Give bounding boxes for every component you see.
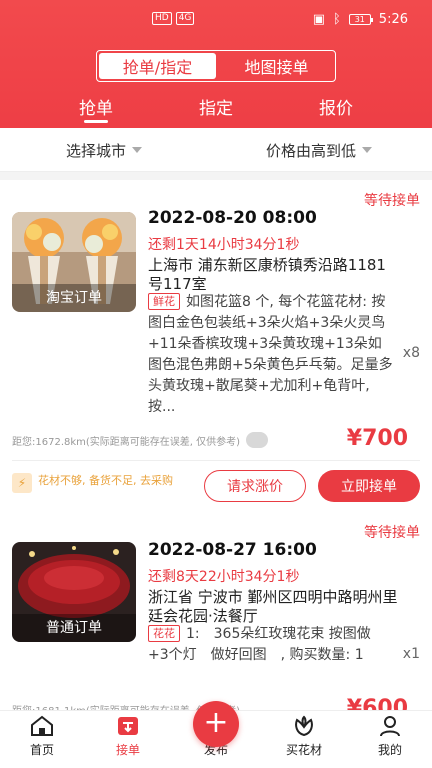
quantity: x8 bbox=[402, 345, 420, 361]
nav-buy[interactable]: 买花材 bbox=[274, 715, 334, 758]
nav-mine-label: 我的 bbox=[377, 743, 402, 757]
nav-buy-label: 买花材 bbox=[285, 743, 322, 757]
quantity: x1 bbox=[402, 646, 420, 662]
tab-grab[interactable]: 抢单 bbox=[56, 94, 136, 123]
order-card[interactable]: 等待接单 普通订单 2022-08-27 16:00 还剩8天22小时34分1秒… bbox=[0, 512, 432, 710]
segment-map[interactable]: 地图接单 bbox=[218, 51, 335, 81]
bluetooth-icon: ᛒ bbox=[332, 12, 341, 27]
accept-order-button[interactable]: 立即接单 bbox=[318, 470, 420, 502]
category-tag: 花花 bbox=[148, 625, 180, 642]
battery-icon: 31 bbox=[348, 14, 373, 25]
order-description: 鲜花 如图花篮8 个, 每个花篮花材: 按图白金色包装纸+3朵火焰+3朵火灵鸟+1… bbox=[148, 292, 394, 418]
order-grab-screen: HD 4G ▣ ᛒ 31 5:26 抢单/指定 地图接单 抢单 指定 报价 选择… bbox=[0, 0, 432, 768]
order-status: 等待接单 bbox=[364, 525, 420, 541]
order-icon bbox=[118, 717, 138, 735]
tab-assign[interactable]: 指定 bbox=[176, 94, 256, 119]
order-price: ¥600 bbox=[346, 696, 408, 710]
nav-home[interactable]: 首页 bbox=[12, 715, 72, 758]
header: HD 4G ▣ ᛒ 31 5:26 抢单/指定 地图接单 抢单 指定 报价 bbox=[0, 0, 432, 128]
lightning-icon: ⚡ bbox=[12, 473, 32, 493]
network-badges: HD 4G bbox=[152, 12, 195, 25]
bottom-nav: 首页 接单 发布 + 买花材 我的 bbox=[0, 701, 432, 768]
nav-grab-label: 接单 bbox=[115, 743, 140, 757]
order-tabs: 抢单 指定 报价 bbox=[0, 94, 432, 128]
distance-text: 距您:1672.8km(实际距离可能存在误差, 仅供参考) bbox=[12, 436, 241, 448]
nav-home-label: 首页 bbox=[29, 743, 54, 757]
delivery-address: 浙江省 宁波市 鄞州区四明中路明州里廷会花园·法餐厅 bbox=[148, 588, 398, 625]
category-tag: 鲜花 bbox=[148, 293, 180, 310]
status-bar: HD 4G ▣ ᛒ 31 5:26 bbox=[0, 12, 432, 36]
publish-button[interactable]: + bbox=[193, 701, 239, 747]
city-filter[interactable]: 选择城市 bbox=[66, 128, 143, 172]
delivery-address: 上海市 浦东新区康桥镇秀沿路1181号117室 bbox=[148, 256, 386, 293]
order-thumbnail: 淘宝订单 bbox=[12, 212, 136, 312]
city-filter-label: 选择城市 bbox=[66, 141, 127, 160]
order-type-label: 普通订单 bbox=[12, 614, 136, 642]
order-description: 花花 1: 365朵红玫瑰花束 按图做 +3个灯 做好回图 , 购买数量: 1 bbox=[148, 624, 394, 666]
stock-warning-text: 花材不够, 备货不足, 去采购 bbox=[38, 474, 173, 487]
flower-icon bbox=[295, 715, 313, 737]
description-text: 1: 365朵红玫瑰花束 按图做 +3个灯 做好回图 , 购买数量: 1 bbox=[148, 626, 371, 663]
divider bbox=[12, 460, 420, 461]
hd-badge: HD bbox=[152, 12, 172, 25]
distance-row: 距您:1672.8km(实际距离可能存在误差, 仅供参考) bbox=[12, 432, 269, 448]
chevron-down-icon bbox=[132, 147, 143, 153]
segment-grab-assign[interactable]: 抢单/指定 bbox=[99, 53, 216, 79]
nav-grab[interactable]: 接单 bbox=[98, 715, 158, 758]
filter-bar: 选择城市 价格由高到低 bbox=[0, 128, 432, 172]
chevron-down-icon bbox=[362, 147, 373, 153]
tab-quote[interactable]: 报价 bbox=[296, 94, 376, 119]
stock-warning[interactable]: ⚡ 花材不够, 备货不足, 去采购 bbox=[12, 473, 202, 493]
countdown: 还剩1天14小时34分1秒 bbox=[148, 237, 300, 253]
user-icon bbox=[380, 716, 400, 737]
order-price: ¥700 bbox=[346, 426, 408, 451]
network-badge: 4G bbox=[175, 12, 195, 25]
order-thumbnail: 普通订单 bbox=[12, 542, 136, 642]
order-status: 等待接单 bbox=[364, 193, 420, 209]
request-raise-button[interactable]: 请求涨价 bbox=[204, 470, 306, 502]
clock: 5:26 bbox=[378, 12, 408, 27]
sort-filter-label: 价格由高到低 bbox=[266, 141, 357, 160]
status-right: ▣ ᛒ 31 5:26 bbox=[313, 12, 408, 27]
sort-filter[interactable]: 价格由高到低 bbox=[266, 128, 373, 172]
description-text: 如图花篮8 个, 每个花篮花材: 按图白金色包装纸+3朵火焰+3朵火灵鸟+11朵… bbox=[148, 294, 393, 415]
nfc-icon: ▣ bbox=[312, 12, 325, 27]
plus-icon: + bbox=[203, 705, 229, 740]
order-list: 等待接单 淘宝订单 2022-08-20 08:00 还剩1天14小时34分1秒… bbox=[0, 180, 432, 710]
order-type-label: 淘宝订单 bbox=[12, 284, 136, 312]
countdown: 还剩8天22小时34分1秒 bbox=[148, 569, 300, 585]
navigation-icon[interactable] bbox=[246, 432, 269, 448]
mode-segment: 抢单/指定 地图接单 bbox=[96, 50, 336, 82]
delivery-date: 2022-08-27 16:00 bbox=[148, 540, 317, 560]
order-card[interactable]: 等待接单 淘宝订单 2022-08-20 08:00 还剩1天14小时34分1秒… bbox=[0, 180, 432, 512]
home-icon bbox=[31, 715, 53, 736]
delivery-date: 2022-08-20 08:00 bbox=[148, 208, 317, 228]
nav-mine[interactable]: 我的 bbox=[360, 715, 420, 758]
